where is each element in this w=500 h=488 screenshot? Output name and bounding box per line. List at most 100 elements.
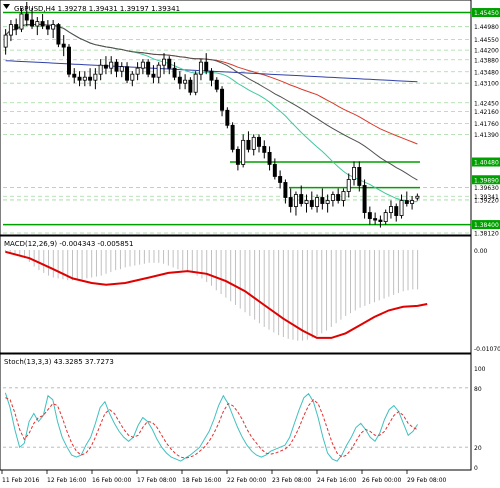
candle-bear (204, 61, 209, 72)
candle-bear (125, 66, 130, 81)
price-label: 1.42160 (474, 109, 499, 116)
candle-bear (373, 218, 378, 221)
macd-bottom-label: -0.010707 (474, 346, 500, 353)
candle-bull (330, 194, 335, 201)
price-label: 1.44200 (474, 48, 499, 55)
price-label: 1.43880 (474, 57, 499, 64)
macd-header: MACD(12,26,9) -0.004343 -0.005851 (4, 240, 133, 248)
candle-bull (98, 64, 103, 75)
candle-bull (156, 64, 161, 78)
candle-bear (30, 19, 35, 27)
stoch-label: 100 (474, 366, 486, 373)
time-label: 26 Feb 00:00 (362, 477, 402, 484)
price-label: 1.38120 (474, 231, 499, 238)
candle-bear (404, 200, 409, 204)
candle-bear (288, 197, 293, 207)
candle-bull (93, 73, 98, 81)
candle-bear (230, 124, 235, 150)
candle-bull (8, 24, 13, 36)
price-label: 1.39220 (474, 197, 499, 204)
candle-bull (82, 76, 87, 81)
stoch-label: 20 (474, 445, 482, 452)
stoch-label: 0 (474, 465, 478, 472)
price-label: 1.44980 (474, 24, 499, 31)
candle-bull (399, 200, 404, 216)
price-label: 1.41390 (474, 132, 499, 139)
time-label: 18 Feb 16:00 (182, 477, 222, 484)
candle-bear (283, 182, 288, 198)
candle-bull (3, 34, 8, 48)
candle-bull (19, 13, 24, 30)
candle-bull (251, 136, 256, 150)
candle-bear (61, 43, 66, 48)
candle-bull (130, 73, 135, 81)
candle-bear (151, 73, 156, 78)
candle-bear (56, 24, 61, 45)
candle-bear (220, 88, 225, 111)
candle-bear (278, 176, 283, 183)
price-label: 1.39630 (474, 185, 499, 192)
candle-bear (14, 24, 19, 30)
candle-bear (72, 73, 77, 78)
stoch-header: Stoch(13,3,3) 43.3285 37.7273 (4, 358, 114, 366)
candle-bull (162, 58, 166, 66)
macd-top-label: 0.00 (474, 248, 488, 255)
price-label: 1.44550 (474, 37, 499, 44)
candle-bear (394, 206, 399, 216)
candle-bear (262, 145, 267, 153)
candle-bear (188, 79, 193, 93)
chart-canvas: 1.45450 1.44980 1.44550 1.44200 1.43880 1.434… (0, 0, 500, 484)
candle-bear (272, 164, 277, 177)
time-label: 29 Feb 08:00 (407, 477, 447, 484)
candle-bull (415, 195, 420, 199)
main-price-axis: 1.45450 1.44980 1.44550 1.44200 1.43880 1.434… (472, 8, 500, 238)
candle-bear (167, 58, 172, 69)
candle-bear (225, 109, 230, 126)
candle-bull (183, 79, 188, 84)
candle-bear (214, 79, 219, 90)
candle-bear (320, 197, 325, 204)
main-header: GBPUSD,H4 1.39278 1.39431 1.39197 1.3934… (14, 5, 180, 13)
price-label: 1.40480 (474, 160, 499, 167)
candle-bull (135, 67, 140, 75)
candle-bear (299, 194, 304, 204)
candle-bull (315, 197, 320, 207)
candle-bear (267, 151, 272, 165)
candle-bull (325, 200, 330, 204)
candle-bull (140, 61, 145, 69)
candle-bull (51, 24, 56, 30)
candle-bear (40, 21, 45, 27)
candle-bull (304, 200, 309, 204)
candle-bear (309, 200, 314, 207)
candle-bear (172, 67, 177, 78)
candle-bear (77, 76, 82, 81)
candle-bull (383, 212, 388, 222)
candle-bull (35, 21, 40, 27)
price-label: 1.43100 (474, 81, 499, 88)
price-label: 1.42450 (474, 100, 499, 107)
candle-bear (362, 185, 367, 213)
candle-bull (193, 73, 198, 93)
candle-bear (177, 76, 182, 84)
price-label: 1.41760 (474, 121, 499, 128)
price-label: 1.43480 (474, 69, 499, 76)
time-label: 12 Feb 16:00 (47, 477, 87, 484)
candle-bull (109, 61, 114, 69)
candle-bull (198, 61, 203, 75)
time-label: 11 Feb 2016 (2, 477, 40, 484)
macd-axis: 0.00 -0.010707 (474, 248, 500, 353)
time-axis: 11 Feb 2016 12 Feb 16:00 16 Feb 00:00 17 Fe… (1, 470, 447, 484)
candle-bull (410, 200, 415, 204)
time-label: 23 Feb 08:00 (272, 477, 312, 484)
stoch-label: 80 (474, 386, 482, 393)
price-label: 1.45450 (474, 10, 499, 17)
candle-bear (146, 61, 151, 75)
price-label: 1.38400 (474, 222, 499, 229)
candle-bear (114, 61, 119, 72)
candle-bull (346, 179, 351, 192)
candle-bull (119, 66, 124, 72)
stoch-axis: 100 80 20 0 (474, 366, 486, 472)
candle-bull (241, 139, 246, 165)
time-label: 22 Feb 00:00 (227, 477, 267, 484)
candle-bear (246, 139, 251, 150)
